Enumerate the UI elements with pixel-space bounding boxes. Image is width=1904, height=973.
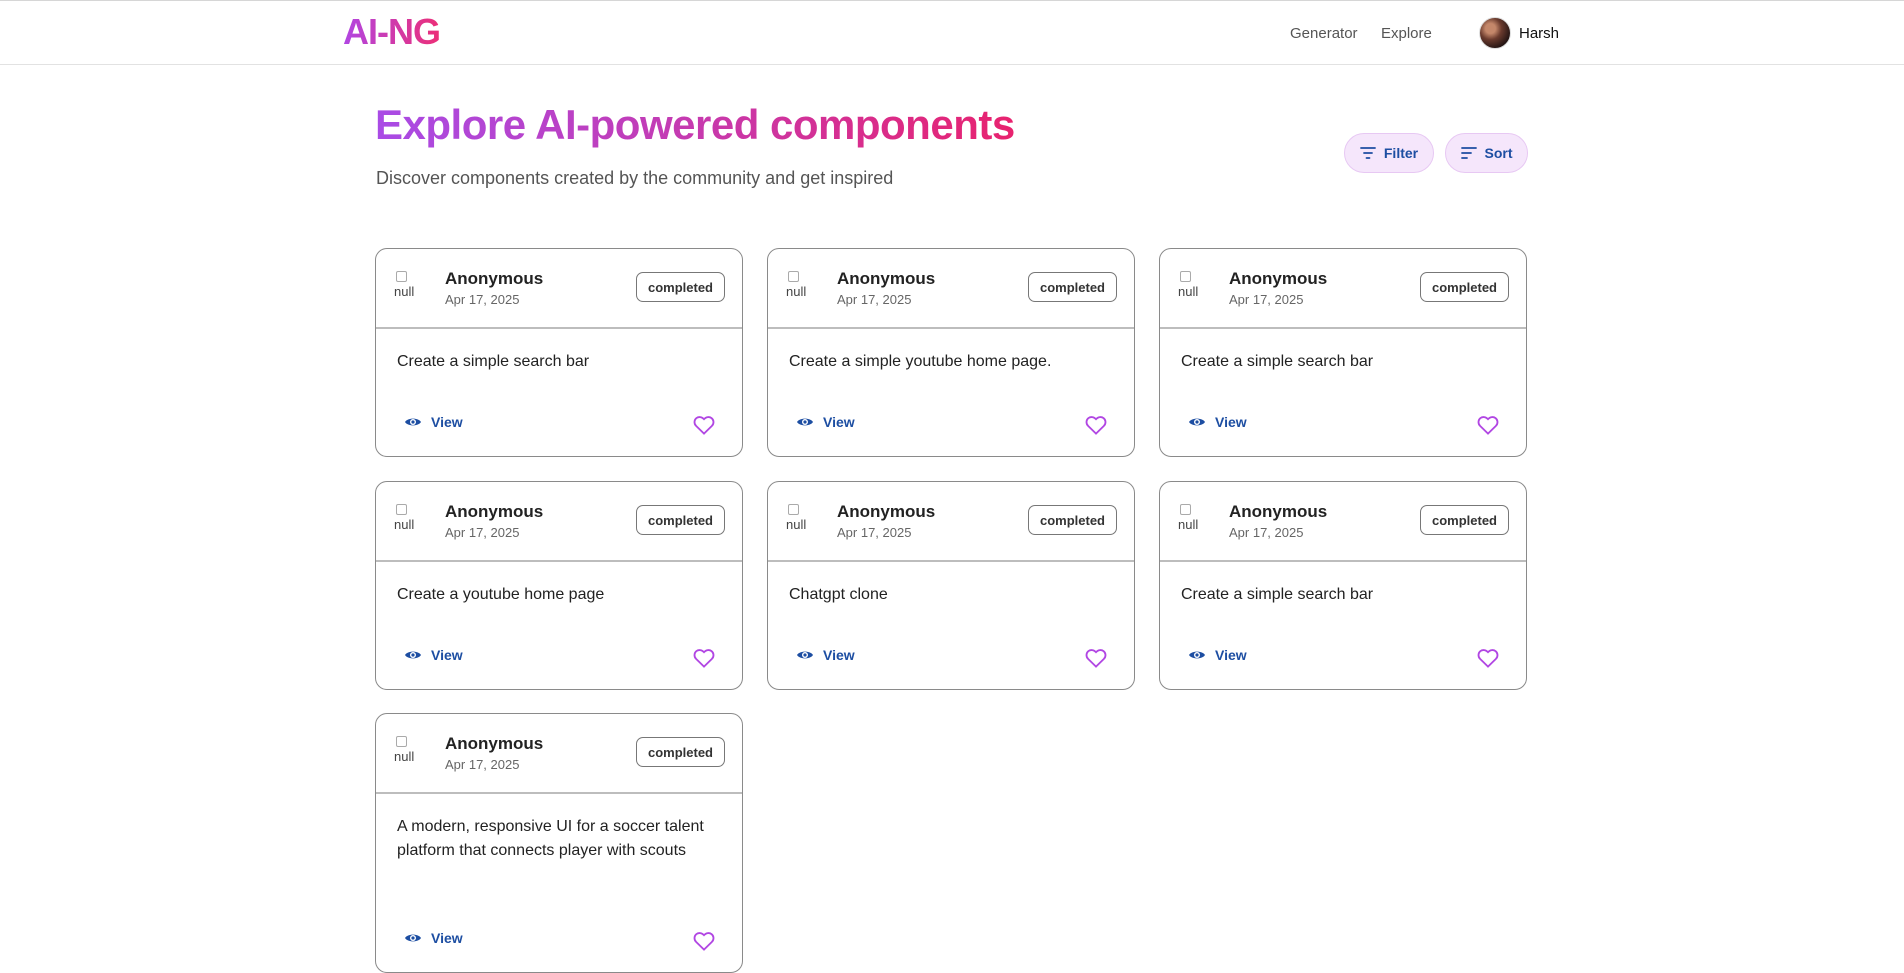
card-author: Anonymous — [445, 734, 544, 753]
heart-icon[interactable] — [1085, 415, 1107, 435]
nav-link-generator[interactable]: Generator — [1290, 25, 1358, 42]
card-author: Anonymous — [837, 269, 936, 288]
card-header: null Anonymous Apr 17, 2025 completed — [768, 249, 1134, 329]
card-header: null Anonymous Apr 17, 2025 completed — [768, 482, 1134, 562]
status-badge: completed — [635, 505, 725, 535]
card-author: Anonymous — [445, 269, 544, 288]
heart-icon[interactable] — [1477, 648, 1499, 668]
author-avatar: null — [786, 504, 816, 538]
user-name: Harsh — [1519, 24, 1560, 42]
heart-icon[interactable] — [693, 415, 715, 435]
component-card[interactable]: null Anonymous Apr 17, 2025 completed Ch… — [767, 481, 1135, 690]
view-label: View — [431, 414, 463, 430]
card-header: null Anonymous Apr 17, 2025 completed — [376, 482, 742, 562]
view-button[interactable]: View — [1188, 647, 1247, 663]
author-avatar: null — [394, 504, 424, 538]
app-logo[interactable]: AI-NG — [343, 11, 441, 53]
card-date: Apr 17, 2025 — [837, 292, 912, 307]
view-label: View — [431, 930, 463, 946]
status-badge: completed — [1027, 272, 1117, 302]
status-badge: completed — [1419, 505, 1509, 535]
card-prompt: Create a youtube home page — [397, 586, 605, 603]
user-menu[interactable]: Harsh — [1479, 17, 1559, 49]
view-button[interactable]: View — [404, 414, 463, 430]
card-author: Anonymous — [1229, 269, 1328, 288]
sort-icon — [1460, 147, 1477, 159]
card-date: Apr 17, 2025 — [445, 525, 520, 540]
component-card[interactable]: null Anonymous Apr 17, 2025 completed Cr… — [1159, 481, 1527, 690]
heart-icon[interactable] — [693, 931, 715, 951]
view-button[interactable]: View — [796, 414, 855, 430]
card-author: Anonymous — [837, 502, 936, 521]
sort-label: Sort — [1484, 145, 1513, 161]
filter-label: Filter — [1383, 145, 1419, 161]
user-avatar[interactable] — [1479, 17, 1511, 49]
filter-button[interactable]: Filter — [1344, 133, 1434, 173]
card-author: Anonymous — [1229, 502, 1328, 521]
component-card[interactable]: null Anonymous Apr 17, 2025 completed Cr… — [375, 481, 743, 690]
eye-icon — [797, 418, 813, 426]
card-header: null Anonymous Apr 17, 2025 completed — [376, 249, 742, 329]
eye-icon — [405, 651, 421, 659]
author-avatar: null — [786, 271, 816, 305]
card-prompt: Chatgpt clone — [789, 586, 888, 603]
card-date: Apr 17, 2025 — [445, 757, 520, 772]
view-label: View — [431, 647, 463, 663]
view-button[interactable]: View — [796, 647, 855, 663]
heart-icon[interactable] — [693, 648, 715, 668]
component-card[interactable]: null Anonymous Apr 17, 2025 completed Cr… — [375, 248, 743, 457]
author-avatar: null — [394, 736, 424, 770]
view-button[interactable]: View — [1188, 414, 1247, 430]
eye-icon — [405, 418, 421, 426]
view-button[interactable]: View — [404, 647, 463, 663]
card-prompt: Create a simple search bar — [397, 353, 590, 370]
view-label: View — [823, 647, 855, 663]
card-date: Apr 17, 2025 — [1229, 525, 1304, 540]
page-title: Explore AI-powered components — [375, 101, 1015, 148]
view-button[interactable]: View — [404, 930, 463, 946]
card-prompt: Create a simple search bar — [1181, 586, 1374, 603]
page-subtitle: Discover components created by the commu… — [376, 168, 894, 188]
heart-icon[interactable] — [1477, 415, 1499, 435]
eye-icon — [1189, 651, 1205, 659]
card-date: Apr 17, 2025 — [1229, 292, 1304, 307]
card-author: Anonymous — [445, 502, 544, 521]
status-badge: completed — [635, 737, 725, 767]
status-badge: completed — [1027, 505, 1117, 535]
eye-icon — [797, 651, 813, 659]
filter-icon — [1359, 147, 1376, 159]
card-date: Apr 17, 2025 — [837, 525, 912, 540]
view-label: View — [1215, 414, 1247, 430]
author-avatar: null — [1178, 504, 1208, 538]
author-avatar: null — [394, 271, 424, 305]
view-label: View — [823, 414, 855, 430]
component-card[interactable]: null Anonymous Apr 17, 2025 completed A … — [375, 713, 743, 973]
card-date: Apr 17, 2025 — [445, 292, 520, 307]
status-badge: completed — [635, 272, 725, 302]
card-header: null Anonymous Apr 17, 2025 completed — [376, 714, 742, 794]
sort-button[interactable]: Sort — [1445, 133, 1528, 173]
nav-link-explore[interactable]: Explore — [1381, 25, 1432, 42]
component-card[interactable]: null Anonymous Apr 17, 2025 completed Cr… — [767, 248, 1135, 457]
card-prompt: Create a simple youtube home page. — [789, 353, 1052, 370]
author-avatar: null — [1178, 271, 1208, 305]
card-prompt: Create a simple search bar — [1181, 353, 1374, 370]
card-header: null Anonymous Apr 17, 2025 completed — [1160, 482, 1526, 562]
eye-icon — [1189, 418, 1205, 426]
heart-icon[interactable] — [1085, 648, 1107, 668]
top-navbar: AI-NG Generator Explore Harsh — [0, 0, 1904, 65]
card-prompt: A modern, responsive UI for a soccer tal… — [397, 818, 704, 859]
status-badge: completed — [1419, 272, 1509, 302]
view-label: View — [1215, 647, 1247, 663]
component-card[interactable]: null Anonymous Apr 17, 2025 completed Cr… — [1159, 248, 1527, 457]
eye-icon — [405, 934, 421, 942]
card-header: null Anonymous Apr 17, 2025 completed — [1160, 249, 1526, 329]
